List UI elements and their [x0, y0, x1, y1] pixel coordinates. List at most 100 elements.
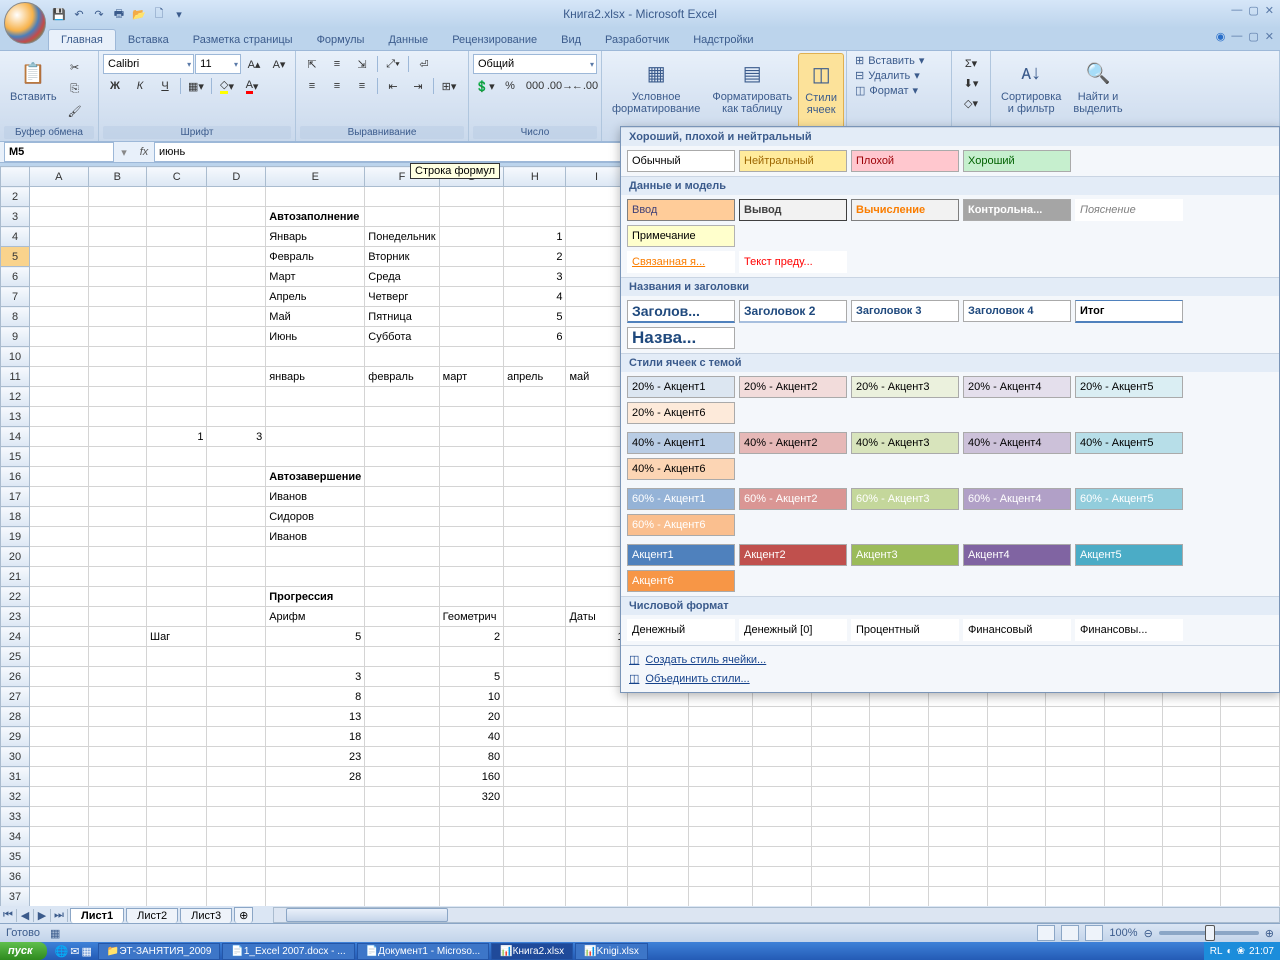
cell[interactable] — [30, 207, 88, 227]
cell[interactable] — [207, 887, 266, 907]
style-cell[interactable]: Финансовы... — [1075, 619, 1183, 641]
row-header[interactable]: 30 — [1, 747, 30, 767]
cell[interactable] — [30, 707, 88, 727]
cell[interactable] — [928, 767, 987, 787]
cell[interactable] — [146, 587, 206, 607]
cell[interactable] — [870, 847, 929, 867]
cell[interactable]: Сидоров — [266, 507, 365, 527]
cell[interactable] — [1045, 867, 1104, 887]
cell[interactable]: Март — [266, 267, 365, 287]
cell[interactable] — [207, 627, 266, 647]
cell[interactable] — [1163, 807, 1221, 827]
cell[interactable] — [627, 887, 688, 907]
cell[interactable]: май — [566, 367, 627, 387]
cell[interactable] — [504, 467, 566, 487]
style-cell[interactable]: Акцент5 — [1075, 544, 1183, 566]
style-cell[interactable]: Примечание — [627, 225, 735, 247]
row-header[interactable]: 32 — [1, 787, 30, 807]
style-cell[interactable]: Связанная я... — [627, 251, 735, 273]
cell[interactable] — [439, 547, 503, 567]
align-right-icon[interactable]: ≡ — [350, 76, 374, 96]
cell[interactable] — [207, 847, 266, 867]
cell[interactable] — [439, 647, 503, 667]
row-header[interactable]: 35 — [1, 847, 30, 867]
cell[interactable]: 320 — [439, 787, 503, 807]
cell[interactable] — [811, 787, 870, 807]
cell[interactable] — [88, 467, 146, 487]
cell[interactable] — [627, 747, 688, 767]
save-icon[interactable]: 💾 — [50, 5, 68, 23]
open-icon[interactable]: 📂 — [130, 5, 148, 23]
cell[interactable] — [30, 827, 88, 847]
cell[interactable] — [365, 867, 439, 887]
cell[interactable] — [207, 347, 266, 367]
cell[interactable] — [30, 607, 88, 627]
cell[interactable] — [1045, 787, 1104, 807]
cell[interactable] — [266, 887, 365, 907]
cell[interactable] — [566, 187, 627, 207]
column-header[interactable]: C — [146, 167, 206, 187]
cell[interactable] — [870, 787, 929, 807]
new-cell-style-button[interactable]: ◫Создать стиль ячейки... — [629, 650, 1271, 669]
macro-record-icon[interactable]: ▦ — [50, 927, 60, 940]
cell[interactable] — [504, 407, 566, 427]
cell[interactable] — [266, 547, 365, 567]
cell[interactable] — [30, 747, 88, 767]
cell[interactable] — [1221, 867, 1280, 887]
cell[interactable] — [266, 847, 365, 867]
cell[interactable] — [504, 527, 566, 547]
cell[interactable] — [566, 487, 627, 507]
insert-cells-button[interactable]: ⊞Вставить ▾ — [851, 53, 947, 68]
decrease-decimal-icon[interactable]: ←.00 — [573, 76, 597, 96]
taskbar-item[interactable]: 📄 Документ1 - Microso... — [357, 943, 490, 960]
cell[interactable] — [870, 767, 929, 787]
cell[interactable] — [88, 727, 146, 747]
cell[interactable] — [146, 227, 206, 247]
style-cell[interactable]: Заголовок 3 — [851, 300, 959, 322]
style-cell[interactable]: Заголовок 4 — [963, 300, 1071, 322]
cell[interactable] — [1104, 787, 1163, 807]
cell[interactable] — [146, 387, 206, 407]
cell[interactable] — [566, 747, 627, 767]
cell[interactable] — [566, 307, 627, 327]
style-cell[interactable]: Акцент3 — [851, 544, 959, 566]
cell[interactable] — [207, 547, 266, 567]
scrollbar-thumb[interactable] — [286, 908, 448, 922]
cell[interactable] — [688, 707, 753, 727]
cell[interactable] — [439, 267, 503, 287]
row-header[interactable]: 31 — [1, 767, 30, 787]
cell[interactable] — [266, 867, 365, 887]
cell[interactable] — [365, 707, 439, 727]
cell[interactable] — [928, 787, 987, 807]
cell[interactable] — [207, 367, 266, 387]
cell[interactable]: Прогрессия — [266, 587, 365, 607]
cell[interactable] — [987, 867, 1045, 887]
cell[interactable]: март — [439, 367, 503, 387]
cell[interactable] — [88, 807, 146, 827]
zoom-slider[interactable] — [1159, 931, 1259, 935]
cell[interactable] — [1104, 887, 1163, 907]
style-cell[interactable]: 40% - Акцент2 — [739, 432, 847, 454]
cell[interactable] — [88, 827, 146, 847]
cell[interactable] — [566, 247, 627, 267]
cell[interactable] — [753, 727, 811, 747]
cell[interactable] — [566, 887, 627, 907]
style-cell[interactable]: Акцент4 — [963, 544, 1071, 566]
cell[interactable] — [207, 587, 266, 607]
cell[interactable] — [627, 847, 688, 867]
cell[interactable] — [870, 827, 929, 847]
cell[interactable] — [566, 287, 627, 307]
cell[interactable] — [811, 727, 870, 747]
cell[interactable] — [30, 367, 88, 387]
cell[interactable] — [207, 407, 266, 427]
cell[interactable]: Автозаполнение — [266, 207, 365, 227]
qat-more-icon[interactable]: ▾ — [170, 5, 188, 23]
cell[interactable] — [88, 287, 146, 307]
row-header[interactable]: 14 — [1, 427, 30, 447]
cell[interactable] — [504, 487, 566, 507]
cell[interactable] — [1163, 867, 1221, 887]
cell[interactable] — [88, 347, 146, 367]
cell[interactable] — [88, 567, 146, 587]
cell[interactable] — [439, 247, 503, 267]
cell[interactable] — [30, 527, 88, 547]
